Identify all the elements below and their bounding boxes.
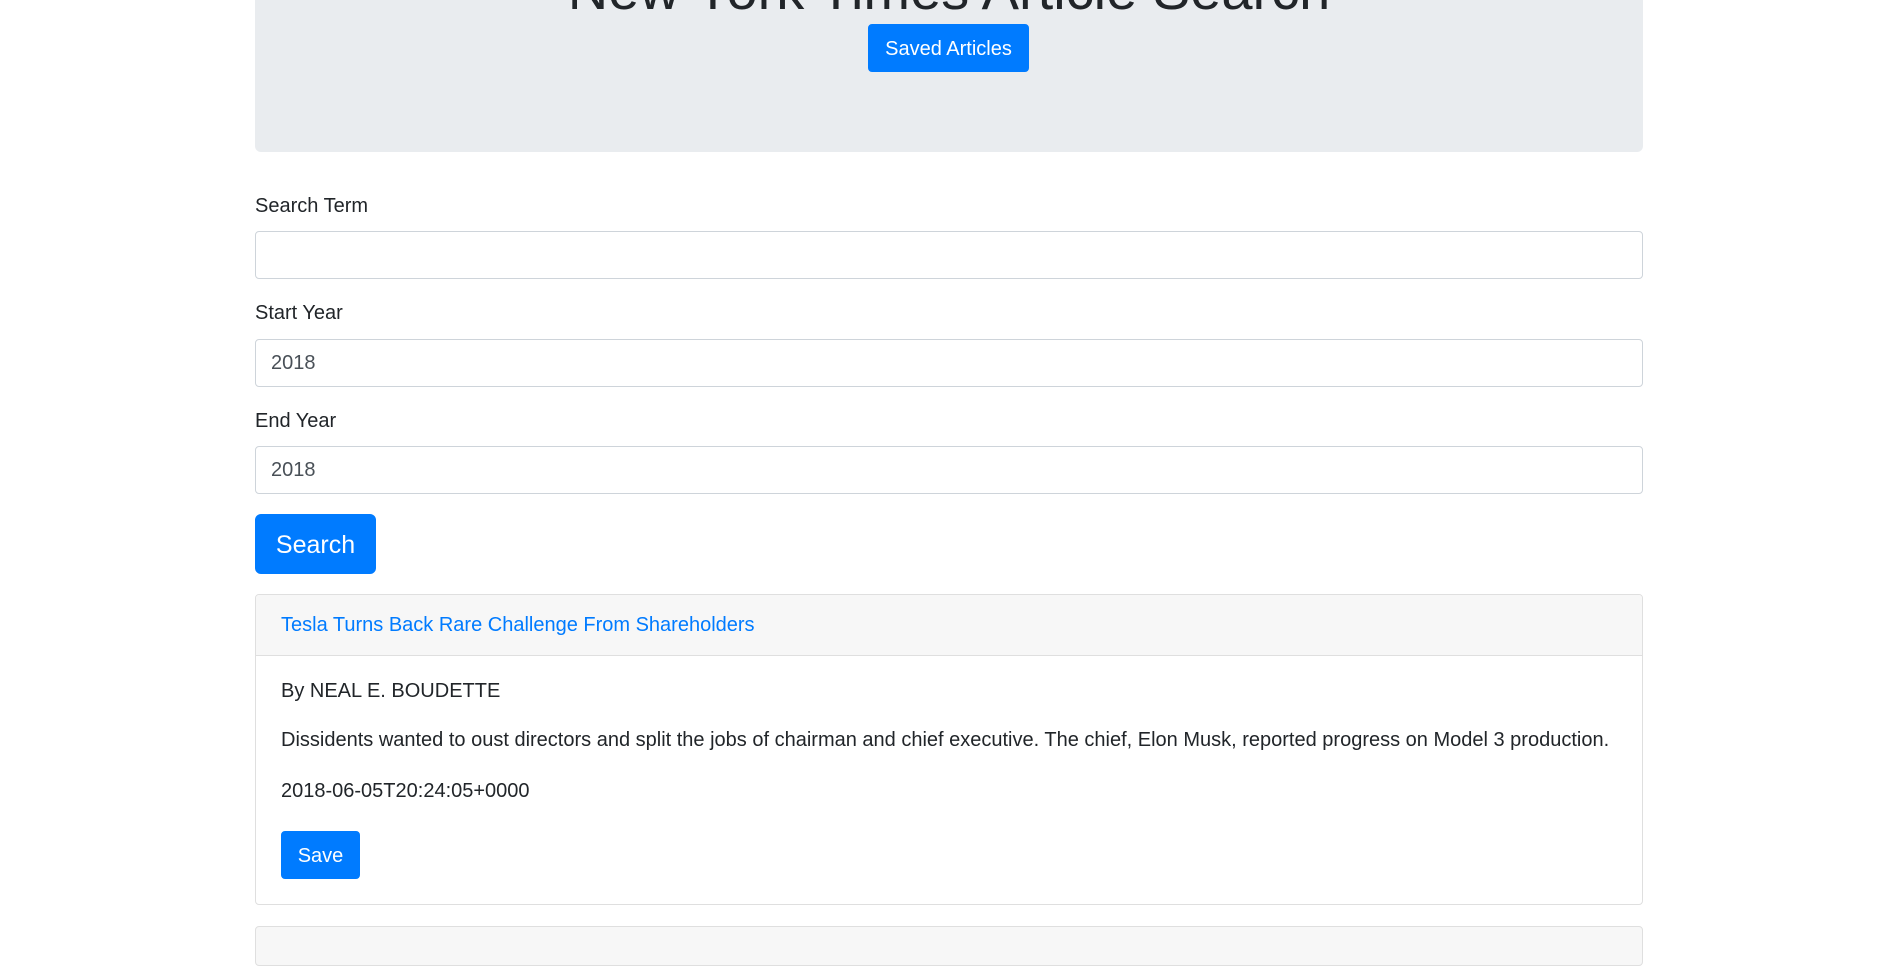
save-article-button[interactable]: Save <box>281 831 360 879</box>
start-year-label: Start Year <box>255 302 343 324</box>
article-byline: By NEAL E. BOUDETTE <box>281 680 501 702</box>
main-container: New York Times Article Search Saved Arti… <box>255 0 1643 966</box>
search-term-input[interactable] <box>255 231 1643 279</box>
next-article-card <box>255 926 1643 966</box>
article-card-body: By NEAL E. BOUDETTE Dissidents wanted to… <box>256 656 1642 904</box>
header-jumbotron: New York Times Article Search Saved Arti… <box>255 0 1643 152</box>
end-year-input[interactable] <box>255 446 1643 494</box>
search-term-label: Search Term <box>255 195 369 217</box>
article-headline-link[interactable]: Tesla Turns Back Rare Challenge From Sha… <box>281 614 755 636</box>
end-year-label: End Year <box>255 410 337 432</box>
article-card: Tesla Turns Back Rare Challenge From Sha… <box>255 594 1643 905</box>
saved-articles-button[interactable]: Saved Articles <box>868 24 1029 72</box>
article-date: 2018-06-05T20:24:05+0000 <box>281 780 530 802</box>
article-snippet: Dissidents wanted to oust directors and … <box>281 729 1610 751</box>
article-card-header: Tesla Turns Back Rare Challenge From Sha… <box>256 595 1642 656</box>
start-year-input[interactable] <box>255 339 1643 387</box>
page-title: New York Times Article Search <box>255 0 1643 18</box>
search-button[interactable]: Search <box>255 514 376 574</box>
